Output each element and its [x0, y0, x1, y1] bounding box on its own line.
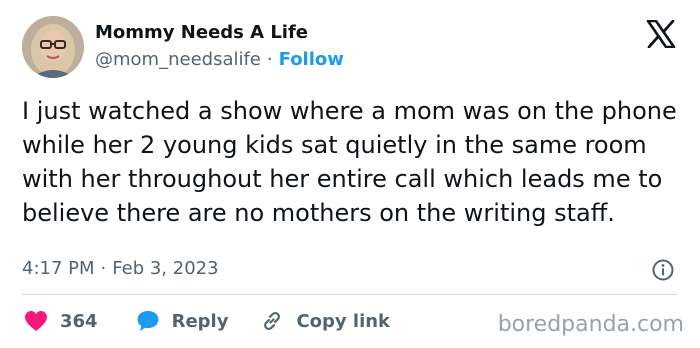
reply-button[interactable]: Reply: [136, 309, 229, 333]
watermark: boredpanda.com: [497, 312, 684, 337]
tweet-time: 4:17 PM: [22, 258, 95, 279]
like-count: 364: [60, 310, 98, 332]
author-handle[interactable]: @mom_needsalife: [95, 49, 261, 70]
author-display-name[interactable]: Mommy Needs A Life: [95, 22, 308, 43]
tweet-timestamp[interactable]: 4:17 PM · Feb 3, 2023: [22, 258, 219, 279]
heart-icon: [24, 310, 48, 332]
divider: [22, 294, 678, 295]
link-icon: [260, 309, 284, 333]
like-button[interactable]: 364: [24, 310, 98, 332]
info-icon[interactable]: [652, 259, 674, 281]
speech-bubble-icon: [136, 309, 160, 333]
separator-dot: ·: [100, 258, 107, 279]
tweet-actions: 364 Reply Copy link: [24, 309, 390, 333]
reply-label: Reply: [171, 310, 229, 332]
copy-link-label: Copy link: [296, 310, 391, 332]
tweet-date: Feb 3, 2023: [112, 258, 219, 279]
follow-button[interactable]: Follow: [279, 49, 344, 70]
author-handle-row: @mom_needsalife · Follow: [95, 49, 344, 70]
copy-link-button[interactable]: Copy link: [260, 309, 390, 333]
separator-dot: ·: [266, 49, 273, 70]
avatar[interactable]: [22, 16, 84, 78]
tweet-text: I just watched a show where a mom was on…: [22, 97, 677, 227]
x-logo-icon[interactable]: [646, 19, 676, 49]
